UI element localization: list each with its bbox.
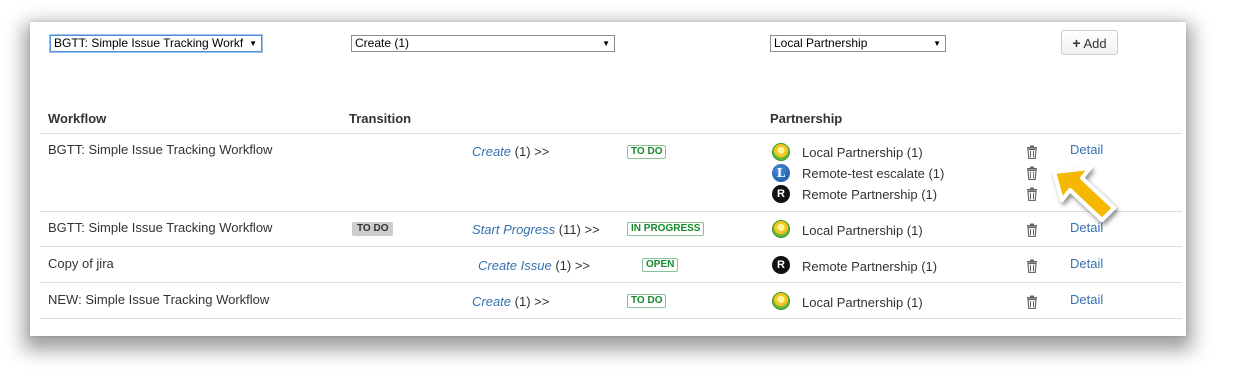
plus-icon: +: [1072, 35, 1081, 51]
transition-cell: Create (1) >>: [472, 144, 549, 159]
local-partnership-icon: [772, 220, 790, 238]
transition-link[interactable]: Create: [472, 294, 511, 309]
workflow-name: BGTT: Simple Issue Tracking Workflow: [48, 142, 273, 157]
row-divider: [40, 211, 1182, 212]
partnership-table-panel: BGTT: Simple Issue Tracking Workf ▼ Crea…: [30, 22, 1186, 336]
trash-icon[interactable]: [1026, 223, 1038, 237]
trash-icon[interactable]: [1026, 295, 1038, 309]
local-partnership-icon: [772, 143, 790, 161]
transition-count: (11) >>: [558, 222, 600, 237]
transition-link[interactable]: Create Issue: [478, 258, 552, 273]
from-status-badge: TO DO: [352, 222, 394, 236]
row-divider: [40, 246, 1182, 247]
partnership-name: Local Partnership (1): [802, 145, 923, 160]
transition-count: (1) >>: [514, 144, 550, 159]
transition-select[interactable]: Create (1) ▼: [351, 35, 615, 52]
transition-count: (1) >>: [555, 258, 591, 273]
detail-link[interactable]: Detail: [1070, 292, 1103, 307]
workflow-name: NEW: Simple Issue Tracking Workflow: [48, 292, 270, 307]
chevron-down-icon: ▼: [602, 39, 610, 48]
header-divider: [40, 133, 1182, 134]
partnership-name: Local Partnership (1): [802, 223, 923, 238]
remote-r-icon: R: [772, 185, 790, 203]
add-button[interactable]: + Add: [1061, 30, 1118, 55]
trash-icon[interactable]: [1026, 187, 1038, 201]
transition-link[interactable]: Start Progress: [472, 222, 555, 237]
trash-icon[interactable]: [1026, 145, 1038, 159]
partnership-select[interactable]: Local Partnership ▼: [770, 35, 946, 52]
partnership-name: Remote-test escalate (1): [802, 166, 945, 181]
callout-arrow-icon: [1052, 166, 1116, 222]
partnership-name: Remote Partnership (1): [802, 259, 938, 274]
column-header-partnership: Partnership: [770, 111, 843, 126]
remote-l-icon: L: [772, 164, 790, 182]
transition-cell: Start Progress (11) >>: [472, 222, 600, 237]
chevron-down-icon: ▼: [249, 39, 257, 48]
row-divider: [40, 282, 1182, 283]
partnership-name: Remote Partnership (1): [802, 187, 938, 202]
local-partnership-icon: [772, 292, 790, 310]
workflow-select[interactable]: BGTT: Simple Issue Tracking Workf ▼: [50, 35, 262, 52]
status-badge: IN PROGRESS: [627, 222, 705, 236]
transition-cell: Create (1) >>: [472, 294, 549, 309]
workflow-name: Copy of jira: [48, 256, 114, 271]
status-badge: OPEN: [642, 258, 679, 272]
chevron-down-icon: ▼: [933, 39, 941, 48]
status-badge: TO DO: [627, 294, 667, 308]
transition-link[interactable]: Create: [472, 144, 511, 159]
column-header-workflow: Workflow: [48, 111, 107, 126]
remote-r-icon: R: [772, 256, 790, 274]
workflow-select-value: BGTT: Simple Issue Tracking Workf: [54, 36, 244, 50]
transition-cell: Create Issue (1) >>: [478, 258, 590, 273]
add-button-label: Add: [1083, 36, 1107, 51]
transition-select-value: Create (1): [355, 36, 410, 50]
status-badge: TO DO: [627, 145, 667, 159]
workflow-name: BGTT: Simple Issue Tracking Workflow: [48, 220, 273, 235]
row-divider: [40, 318, 1182, 319]
partnership-select-value: Local Partnership: [774, 36, 868, 50]
trash-icon[interactable]: [1026, 259, 1038, 273]
transition-count: (1) >>: [514, 294, 550, 309]
column-header-transition: Transition: [349, 111, 412, 126]
partnership-name: Local Partnership (1): [802, 295, 923, 310]
trash-icon[interactable]: [1026, 166, 1038, 180]
detail-link[interactable]: Detail: [1070, 256, 1103, 271]
